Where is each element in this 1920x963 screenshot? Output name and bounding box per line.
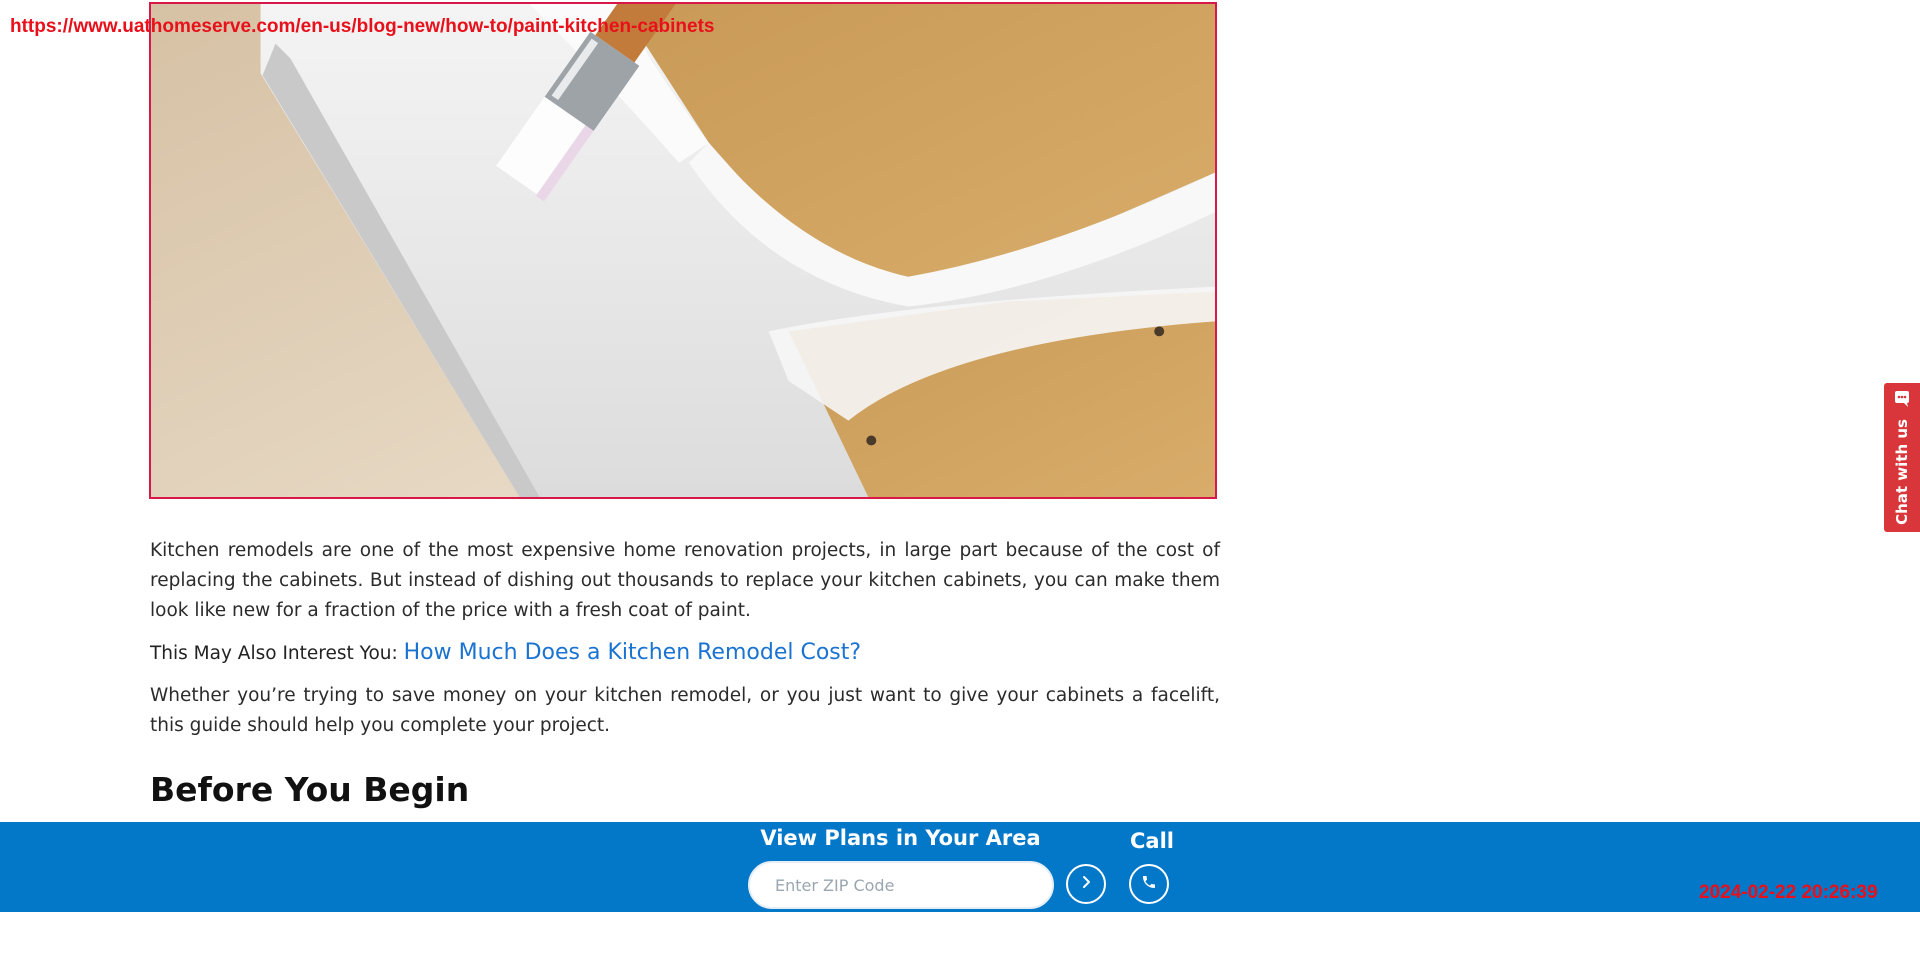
article-paragraph-guide: Whether you’re trying to save money on y… (150, 685, 1220, 736)
article-paragraph-intro: Kitchen remodels are one of the most exp… (150, 540, 1220, 621)
zip-submit-button[interactable] (1066, 864, 1106, 904)
chevron-right-icon (1078, 874, 1094, 894)
hero-image (149, 2, 1217, 499)
chat-bubble-icon (1892, 389, 1912, 413)
related-article-link[interactable]: How Much Does a Kitchen Remodel Cost? (404, 640, 861, 665)
chat-label: Chat with us (1893, 419, 1911, 525)
phone-icon (1141, 874, 1157, 894)
call-button[interactable] (1129, 864, 1169, 904)
bottom-cta-bar: View Plans in Your Area Call (0, 822, 1920, 912)
chat-with-us-tab[interactable]: Chat with us (1884, 383, 1920, 532)
url-overlay: https://www.uathomeserve.com/en-us/blog-… (10, 16, 715, 37)
zip-code-input[interactable] (748, 861, 1054, 909)
related-article: This May Also Interest You: How Much Doe… (150, 638, 1220, 669)
article-body: Kitchen remodels are one of the most exp… (150, 536, 1220, 741)
plans-title: View Plans in Your Area (760, 826, 1041, 850)
call-label: Call (1130, 829, 1174, 853)
section-heading: Before You Begin (150, 770, 470, 809)
capture-timestamp: 2024-02-22 20:26:39 (1699, 882, 1878, 903)
related-article-label: This May Also Interest You: (150, 643, 398, 664)
